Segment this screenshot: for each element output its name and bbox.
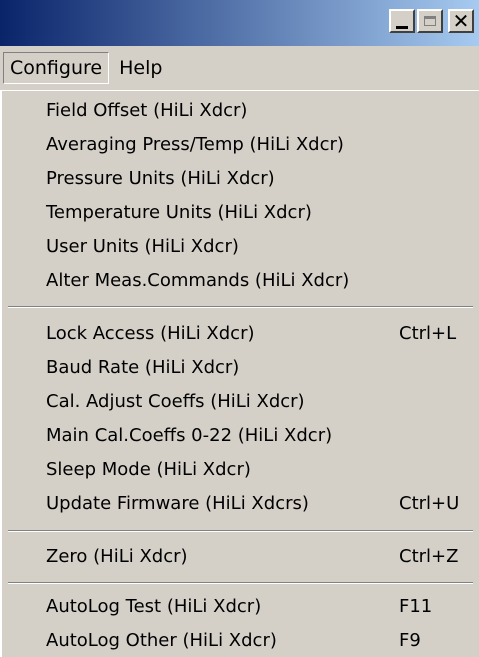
menu-item-sleep-mode[interactable]: Sleep Mode (HiLi Xdcr) (46, 452, 479, 486)
menu-bar: Configure Help (0, 46, 479, 90)
menu-item-shortcut: Ctrl+U (399, 492, 460, 514)
menu-item-zero[interactable]: Zero (HiLi Xdcr) Ctrl+Z (46, 539, 479, 573)
menu-item-baud-rate[interactable]: Baud Rate (HiLi Xdcr) (46, 350, 479, 384)
menu-item-label: Sleep Mode (HiLi Xdcr) (46, 458, 251, 480)
menu-item-shortcut: F9 (399, 629, 421, 651)
menu-item-pressure-units[interactable]: Pressure Units (HiLi Xdcr) (46, 161, 479, 195)
menu-item-label: Temperature Units (HiLi Xdcr) (46, 201, 312, 223)
menu-item-autolog-other[interactable]: AutoLog Other (HiLi Xdcr) F9 (46, 623, 479, 657)
menu-item-update-firmware[interactable]: Update Firmware (HiLi Xdcrs) Ctrl+U (46, 486, 479, 520)
menu-item-label: Field Offset (HiLi Xdcr) (46, 99, 248, 121)
menu-item-label: User Units (HiLi Xdcr) (46, 235, 239, 257)
maximize-icon (424, 16, 436, 26)
menu-item-alter-meas-commands[interactable]: Alter Meas.Commands (HiLi Xdcr) (46, 263, 479, 297)
menu-item-cal-adjust-coeffs[interactable]: Cal. Adjust Coeffs (HiLi Xdcr) (46, 384, 479, 418)
menu-separator (8, 306, 473, 308)
window-controls: ✕ (389, 9, 474, 33)
configure-dropdown: Field Offset (HiLi Xdcr) Averaging Press… (0, 90, 479, 657)
menu-item-averaging[interactable]: Averaging Press/Temp (HiLi Xdcr) (46, 127, 479, 161)
menu-item-user-units[interactable]: User Units (HiLi Xdcr) (46, 229, 479, 263)
menu-separator (8, 582, 473, 584)
menu-item-label: Lock Access (HiLi Xdcr) (46, 322, 255, 344)
menu-item-label: Update Firmware (HiLi Xdcrs) (46, 492, 309, 514)
menu-item-temperature-units[interactable]: Temperature Units (HiLi Xdcr) (46, 195, 479, 229)
menu-item-autolog-test[interactable]: AutoLog Test (HiLi Xdcr) F11 (46, 589, 479, 623)
menu-item-label: Averaging Press/Temp (HiLi Xdcr) (46, 133, 344, 155)
menu-item-shortcut: F11 (399, 595, 433, 617)
maximize-button[interactable] (417, 9, 443, 33)
menu-item-field-offset[interactable]: Field Offset (HiLi Xdcr) (46, 93, 479, 127)
menu-help[interactable]: Help (112, 52, 169, 84)
menu-item-label: AutoLog Test (HiLi Xdcr) (46, 595, 262, 617)
menu-item-label: Zero (HiLi Xdcr) (46, 545, 188, 567)
menu-configure[interactable]: Configure (3, 52, 110, 84)
menu-item-lock-access[interactable]: Lock Access (HiLi Xdcr) Ctrl+L (46, 316, 479, 350)
menu-item-label: Baud Rate (HiLi Xdcr) (46, 356, 240, 378)
menu-item-shortcut: Ctrl+Z (399, 545, 459, 567)
title-bar: ✕ (0, 0, 479, 46)
minimize-button[interactable] (389, 9, 415, 33)
menu-item-main-cal-coeffs[interactable]: Main Cal.Coeffs 0-22 (HiLi Xdcr) (46, 418, 479, 452)
menu-item-label: Cal. Adjust Coeffs (HiLi Xdcr) (46, 390, 305, 412)
menu-item-label: Alter Meas.Commands (HiLi Xdcr) (46, 269, 350, 291)
close-icon: ✕ (452, 9, 470, 33)
menu-item-label: AutoLog Other (HiLi Xdcr) (46, 629, 277, 651)
menu-item-label: Main Cal.Coeffs 0-22 (HiLi Xdcr) (46, 424, 333, 446)
menu-separator (8, 530, 473, 532)
menu-item-label: Pressure Units (HiLi Xdcr) (46, 167, 275, 189)
minimize-icon (396, 25, 408, 29)
close-button[interactable]: ✕ (448, 9, 474, 33)
menu-item-shortcut: Ctrl+L (399, 322, 457, 344)
